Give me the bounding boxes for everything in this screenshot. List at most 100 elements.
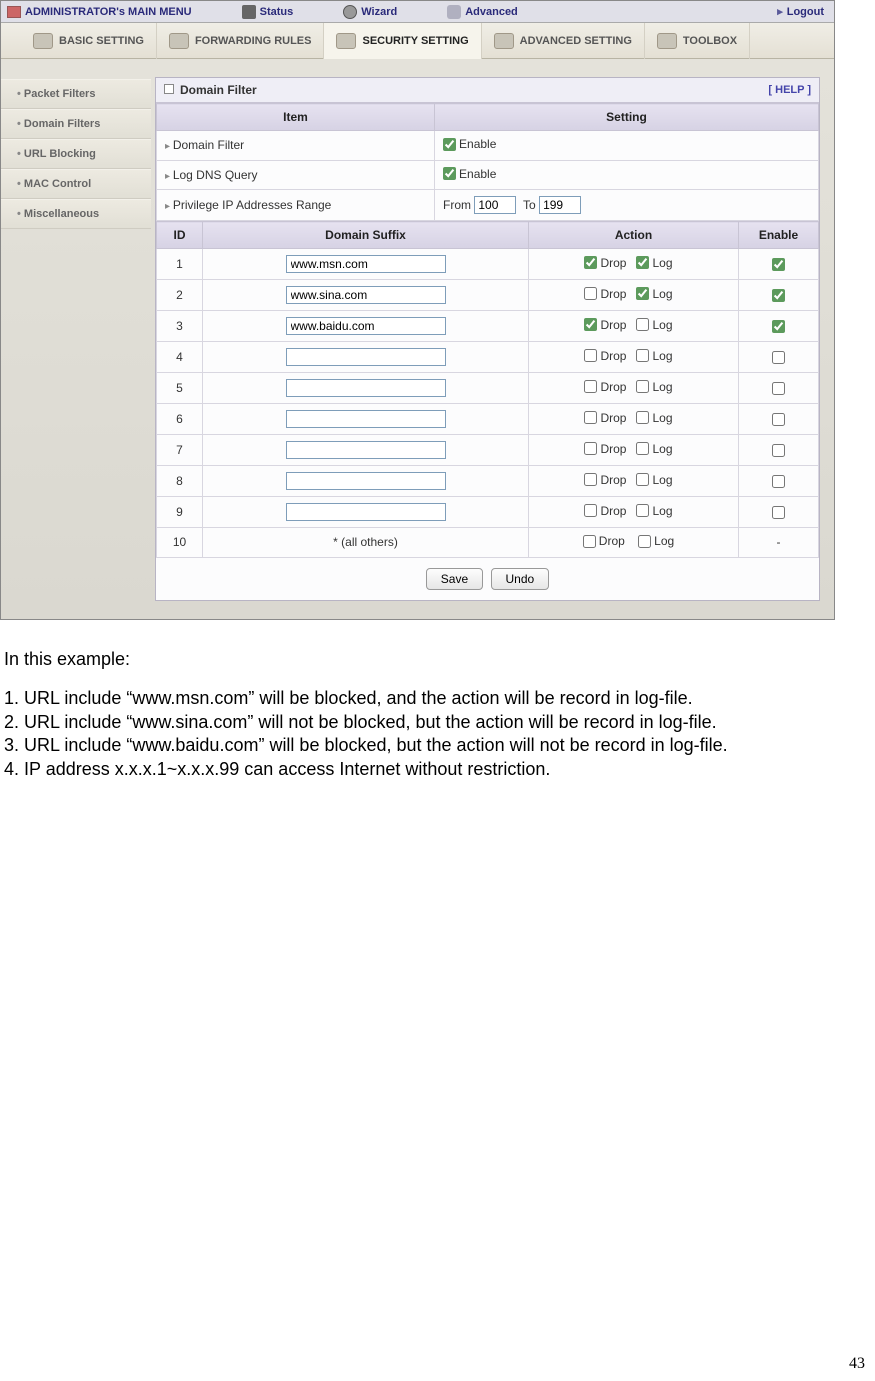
row-id: 2 (157, 280, 203, 311)
sidebar-item-domain-filters[interactable]: Domain Filters (1, 109, 151, 139)
enable-checkbox[interactable] (772, 289, 785, 302)
drop-option[interactable]: Drop (584, 256, 626, 270)
drop-checkbox[interactable] (584, 287, 597, 300)
table-row: 4DropLog (157, 342, 819, 373)
from-input[interactable] (474, 196, 516, 214)
domain-input[interactable] (286, 317, 446, 335)
advanced-setting-icon (494, 33, 514, 49)
top-menu-bar: ADMINISTRATOR's MAIN MENU Status Wizard … (1, 1, 834, 23)
from-label: From (443, 198, 471, 212)
row-priv-range-value: From To (435, 190, 819, 221)
row10-log-checkbox[interactable] (638, 535, 651, 548)
row10-drop-checkbox[interactable] (583, 535, 596, 548)
enable-checkbox[interactable] (772, 444, 785, 457)
log-option[interactable]: Log (636, 380, 672, 394)
log-option[interactable]: Log (636, 256, 672, 270)
row10-log[interactable]: Log (638, 534, 674, 548)
nav-status[interactable]: Status (232, 5, 304, 19)
drop-option[interactable]: Drop (584, 380, 626, 394)
tab-basic-setting[interactable]: BASIC SETTING (21, 23, 157, 59)
enable-checkbox[interactable] (772, 351, 785, 364)
drop-checkbox[interactable] (584, 349, 597, 362)
domain-input[interactable] (286, 472, 446, 490)
log-option[interactable]: Log (636, 349, 672, 363)
log-option[interactable]: Log (636, 473, 672, 487)
drop-checkbox[interactable] (584, 411, 597, 424)
document-text: In this example: 1. URL include “www.msn… (0, 620, 875, 781)
enable-checkbox[interactable] (772, 382, 785, 395)
drop-option[interactable]: Drop (584, 504, 626, 518)
nav-wizard[interactable]: Wizard (333, 5, 407, 19)
enable-checkbox[interactable] (772, 413, 785, 426)
drop-checkbox[interactable] (584, 504, 597, 517)
to-input[interactable] (539, 196, 581, 214)
domain-input[interactable] (286, 255, 446, 273)
log-checkbox[interactable] (636, 380, 649, 393)
domain-filter-enable-checkbox[interactable] (443, 138, 456, 151)
drop-option[interactable]: Drop (584, 349, 626, 363)
drop-option[interactable]: Drop (584, 411, 626, 425)
toolbox-icon (657, 33, 677, 49)
domain-filter-enable[interactable]: Enable (443, 137, 496, 151)
row10-drop[interactable]: Drop (583, 534, 625, 548)
domain-input[interactable] (286, 410, 446, 428)
sidebar-item-miscellaneous[interactable]: Miscellaneous (1, 199, 151, 229)
drop-option[interactable]: Drop (584, 287, 626, 301)
log-option[interactable]: Log (636, 287, 672, 301)
drop-checkbox[interactable] (584, 318, 597, 331)
row-id: 5 (157, 373, 203, 404)
nav-logout[interactable]: ▸ Logout (767, 5, 834, 18)
drop-checkbox[interactable] (584, 442, 597, 455)
nav-advanced[interactable]: Advanced (437, 5, 528, 19)
log-checkbox[interactable] (636, 411, 649, 424)
domain-input[interactable] (286, 503, 446, 521)
log-checkbox[interactable] (636, 473, 649, 486)
row-domain-filter-label: Domain Filter (157, 131, 435, 161)
log-checkbox[interactable] (636, 349, 649, 362)
domain-input[interactable] (286, 286, 446, 304)
tab-toolbox[interactable]: TOOLBOX (645, 23, 750, 59)
sidebar-item-packet-filters[interactable]: Packet Filters (1, 79, 151, 109)
wizard-icon (343, 5, 357, 19)
tab-forwarding-rules[interactable]: FORWARDING RULES (157, 23, 325, 59)
drop-option[interactable]: Drop (584, 318, 626, 332)
sidebar-item-url-blocking[interactable]: URL Blocking (1, 139, 151, 169)
enable-checkbox[interactable] (772, 258, 785, 271)
main-area: Packet Filters Domain Filters URL Blocki… (1, 59, 834, 619)
domain-input[interactable] (286, 348, 446, 366)
drop-checkbox[interactable] (584, 256, 597, 269)
log-option[interactable]: Log (636, 318, 672, 332)
log-checkbox[interactable] (636, 504, 649, 517)
domain-filter-panel: Domain Filter [ HELP ] Item Setting Doma… (155, 77, 820, 601)
drop-option[interactable]: Drop (584, 473, 626, 487)
table-row: 2 Drop Log (157, 280, 819, 311)
content-area: Domain Filter [ HELP ] Item Setting Doma… (151, 59, 834, 619)
tab-security-setting[interactable]: SECURITY SETTING (324, 23, 481, 59)
row-priv-range-label: Privilege IP Addresses Range (157, 190, 435, 221)
sidebar-item-mac-control[interactable]: MAC Control (1, 169, 151, 199)
drop-option[interactable]: Drop (584, 442, 626, 456)
log-checkbox[interactable] (636, 318, 649, 331)
help-link[interactable]: [ HELP ] (768, 84, 811, 96)
domain-input[interactable] (286, 441, 446, 459)
col-item: Item (157, 104, 435, 131)
drop-checkbox[interactable] (584, 380, 597, 393)
tab-advanced-setting[interactable]: ADVANCED SETTING (482, 23, 645, 59)
enable-checkbox[interactable] (772, 475, 785, 488)
log-checkbox[interactable] (636, 287, 649, 300)
log-checkbox[interactable] (636, 442, 649, 455)
undo-button[interactable]: Undo (491, 568, 550, 590)
domain-input[interactable] (286, 379, 446, 397)
drop-checkbox[interactable] (584, 473, 597, 486)
save-button[interactable]: Save (426, 568, 483, 590)
log-checkbox[interactable] (636, 256, 649, 269)
table-row: 9DropLog (157, 497, 819, 528)
log-option[interactable]: Log (636, 504, 672, 518)
log-option[interactable]: Log (636, 442, 672, 456)
enable-checkbox[interactable] (772, 320, 785, 333)
enable-checkbox[interactable] (772, 506, 785, 519)
log-dns-enable-checkbox[interactable] (443, 167, 456, 180)
log-option[interactable]: Log (636, 411, 672, 425)
main-menu-title: ADMINISTRATOR's MAIN MENU (25, 6, 192, 18)
log-dns-enable[interactable]: Enable (443, 167, 496, 181)
